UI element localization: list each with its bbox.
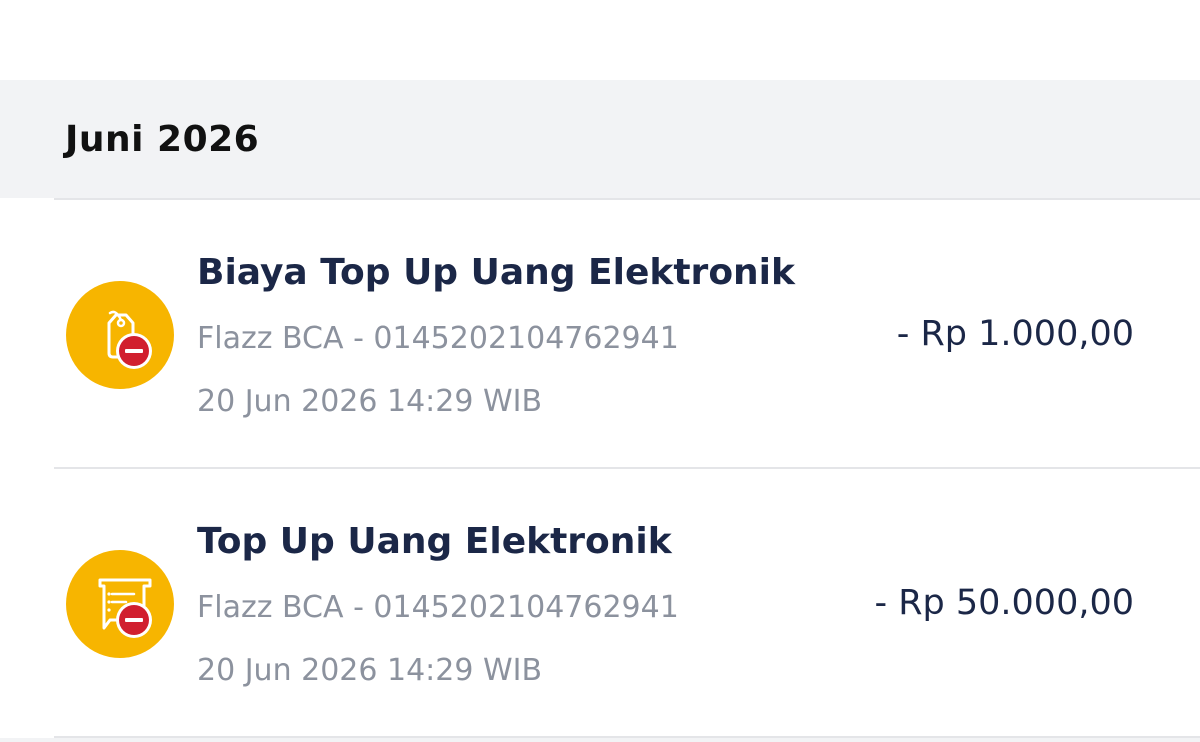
transaction-amount: - Rp 50.000,00 (874, 583, 1134, 623)
month-title: Juni 2026 (65, 118, 260, 160)
transaction-account: Flazz BCA - 0145202104762941 (197, 590, 679, 625)
transaction-title: Biaya Top Up Uang Elektronik (197, 252, 795, 293)
price-tag-minus-icon (66, 281, 174, 389)
transaction-row[interactable]: Top Up Uang Elektronik Flazz BCA - 01452… (54, 467, 1200, 735)
transaction-history-page: Juni 2026 Biaya Top Up Uang Elektronik F… (0, 0, 1200, 742)
transaction-title: Top Up Uang Elektronik (197, 521, 672, 562)
transaction-datetime: 20 Jun 2026 14:29 WIB (197, 653, 543, 688)
transaction-account: Flazz BCA - 0145202104762941 (197, 321, 679, 356)
transaction-amount: - Rp 1.000,00 (896, 314, 1134, 354)
transaction-row[interactable]: Biaya Top Up Uang Elektronik Flazz BCA -… (54, 198, 1200, 467)
month-section-header: Juni 2026 (0, 80, 1200, 198)
transaction-datetime: 20 Jun 2026 14:29 WIB (197, 384, 543, 419)
transaction-list: Biaya Top Up Uang Elektronik Flazz BCA -… (0, 198, 1200, 735)
top-blank-area (0, 0, 1200, 80)
bottom-strip (0, 738, 1200, 742)
receipt-minus-icon (66, 550, 174, 658)
